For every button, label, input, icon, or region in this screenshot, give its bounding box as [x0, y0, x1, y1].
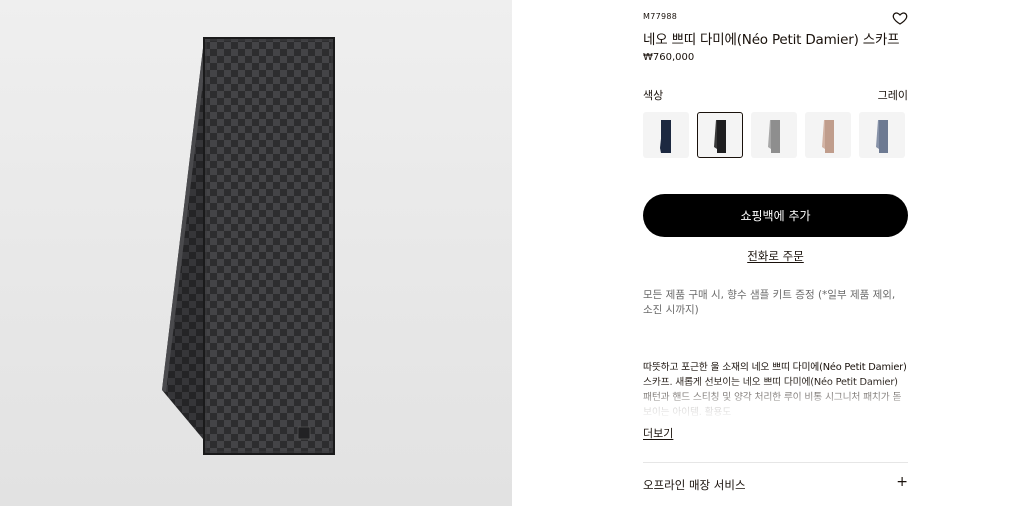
read-more-link[interactable]: 더보기	[643, 425, 673, 441]
selected-color: 그레이	[877, 89, 908, 102]
offline-service-label[interactable]: 오프라인 매장 서비스	[643, 477, 746, 493]
swatch-beige[interactable]	[805, 112, 851, 158]
swatch-blue-grey[interactable]	[859, 112, 905, 158]
swatch-grey[interactable]	[751, 112, 797, 158]
divider	[643, 462, 908, 463]
plus-icon[interactable]: +	[896, 474, 908, 490]
promo-text: 모든 제품 구매 시, 향수 샘플 키트 증정 (*일부 제품 제외, 소진 시…	[643, 289, 896, 316]
swatch-black[interactable]	[697, 112, 743, 158]
product-title: 네오 쁘띠 다미에(Néo Petit Damier) 스카프	[643, 32, 900, 48]
heart-icon[interactable]	[892, 10, 908, 26]
color-label: 색상	[643, 89, 664, 102]
order-by-phone-link[interactable]: 전화로 주문	[643, 248, 908, 264]
product-info-panel: M77988 네오 쁘띠 다미에(Néo Petit Damier) 스카프 ₩…	[643, 0, 908, 506]
add-to-bag-button[interactable]: 쇼핑백에 추가	[643, 194, 908, 237]
product-sku: M77988	[643, 12, 678, 21]
swatch-navy[interactable]	[643, 112, 689, 158]
color-swatches	[643, 112, 908, 160]
scarf-image	[162, 37, 335, 455]
product-description: 따뜻하고 포근한 울 소재의 네오 쁘띠 다미에(Néo Petit Damie…	[643, 360, 908, 420]
description-fade	[643, 378, 908, 420]
product-price: ₩760,000	[643, 52, 695, 63]
product-image	[0, 0, 512, 506]
